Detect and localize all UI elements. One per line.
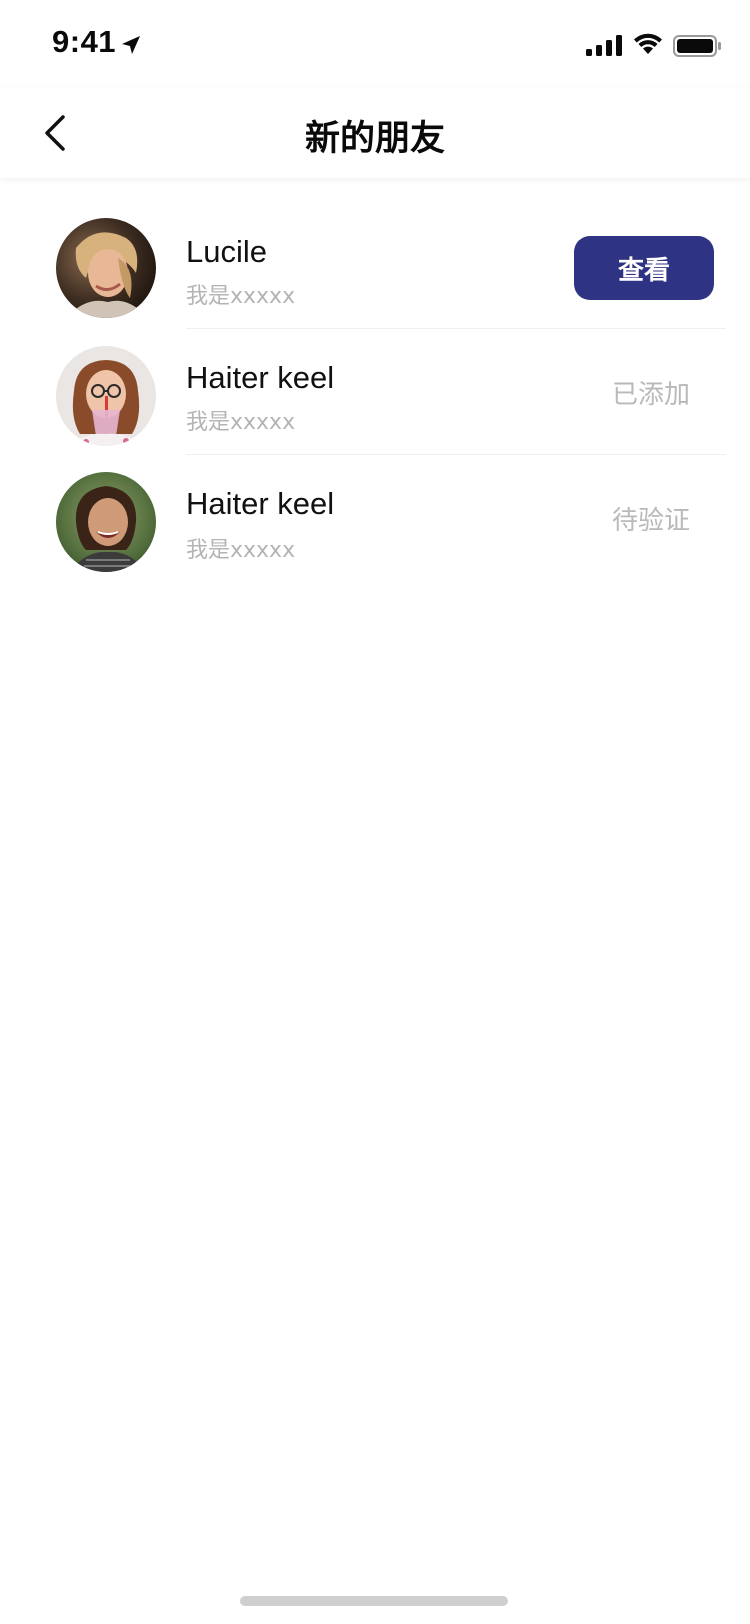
battery-icon — [673, 35, 721, 57]
view-button[interactable]: 查看 — [574, 236, 714, 300]
friend-name: Haiter keel — [186, 486, 335, 521]
status-added: 已添加 — [611, 380, 690, 410]
list-item[interactable]: Haiter keel 我是xxxxx 已添加 — [0, 308, 750, 455]
list-item[interactable]: Haiter keel 我是xxxxx 待验证 — [0, 438, 750, 572]
friend-message: 我是xxxxx — [186, 284, 296, 309]
home-indicator[interactable] — [240, 1596, 508, 1606]
friend-message: 我是xxxxx — [186, 410, 296, 435]
list-item[interactable]: Lucile 我是xxxxx 查看 — [0, 178, 750, 329]
avatar — [56, 218, 156, 318]
avatar — [56, 346, 156, 446]
signal-icon — [586, 35, 622, 56]
location-arrow-icon — [122, 36, 140, 54]
status-pending: 待验证 — [611, 506, 690, 536]
friend-name: Haiter keel — [186, 360, 335, 395]
page-title: 新的朋友 — [304, 119, 445, 159]
friend-message: 我是xxxxx — [186, 538, 296, 563]
status-bar: 9:41 — [0, 0, 750, 88]
nav-bar: 新的朋友 — [0, 88, 750, 178]
avatar — [56, 472, 156, 572]
status-time: 9:41 — [52, 24, 117, 59]
wifi-icon — [634, 33, 662, 54]
friend-name: Lucile — [186, 234, 267, 269]
